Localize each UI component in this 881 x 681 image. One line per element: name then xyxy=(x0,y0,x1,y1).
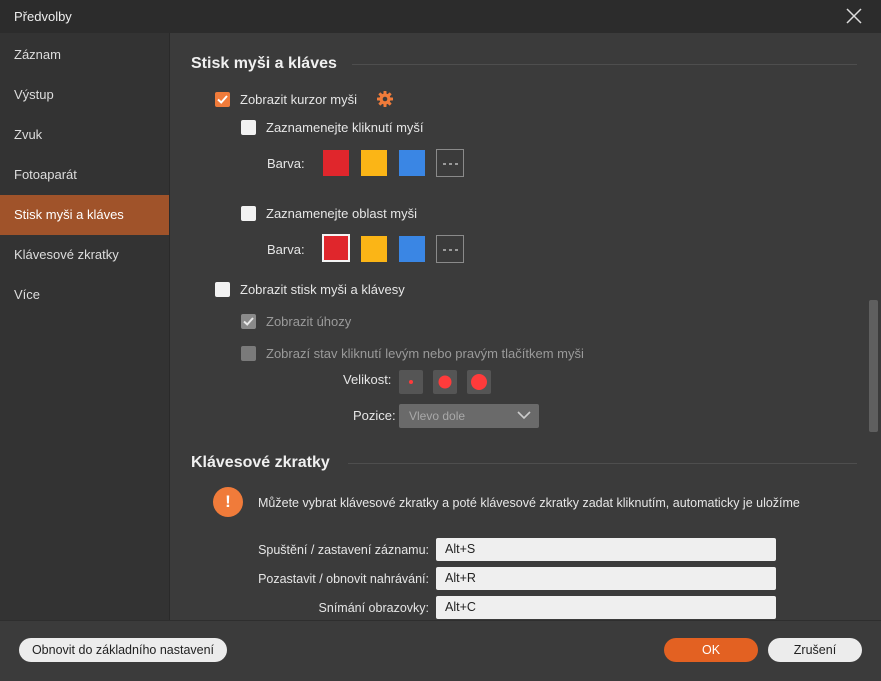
more-colors-button[interactable] xyxy=(436,149,464,177)
size-label: Velikost: xyxy=(343,372,392,387)
warning-icon: ! xyxy=(213,487,243,517)
footer: Obnovit do základního nastavení OK Zruše… xyxy=(0,620,881,681)
window-title: Předvolby xyxy=(14,9,72,24)
sidebar: Záznam Výstup Zvuk Fotoaparát Stisk myši… xyxy=(0,33,170,620)
gear-icon[interactable] xyxy=(376,90,394,108)
color-swatch-blue[interactable] xyxy=(399,150,425,176)
show-keystrokes-label: Zobrazit stisk myši a klávesy xyxy=(240,282,405,297)
record-area-checkbox[interactable] xyxy=(241,206,256,221)
color-label: Barva: xyxy=(267,156,305,171)
section-divider xyxy=(348,463,857,464)
shortcut-screenshot-input[interactable]: Alt+C xyxy=(436,596,776,619)
color-label: Barva: xyxy=(267,242,305,257)
sidebar-item-zaznam[interactable]: Záznam xyxy=(0,35,169,75)
color-swatch-yellow[interactable] xyxy=(361,236,387,262)
ok-button[interactable]: OK xyxy=(664,638,758,662)
shortcuts-section-title: Klávesové zkratky xyxy=(191,454,330,471)
record-clicks-label: Zaznamenejte kliknutí myší xyxy=(266,120,424,135)
shortcuts-info-text: Můžete vybrat klávesové zkratky a poté k… xyxy=(258,496,800,510)
show-strokes-checkbox[interactable] xyxy=(241,314,256,329)
size-medium-button[interactable] xyxy=(433,370,457,394)
section-divider xyxy=(352,64,857,65)
show-keystrokes-checkbox[interactable] xyxy=(215,282,230,297)
sidebar-item-stisk-mysi[interactable]: Stisk myši a kláves xyxy=(0,195,169,235)
cancel-button[interactable]: Zrušení xyxy=(768,638,862,662)
size-small-button[interactable] xyxy=(399,370,423,394)
size-large-button[interactable] xyxy=(467,370,491,394)
shortcut-record-label: Spuštění / zastavení záznamu: xyxy=(258,543,429,557)
reset-defaults-button[interactable]: Obnovit do základního nastavení xyxy=(19,638,227,662)
chevron-down-icon xyxy=(517,411,531,420)
more-icon xyxy=(443,249,459,251)
color-swatch-blue[interactable] xyxy=(399,236,425,262)
sidebar-item-klavesove-zkratky[interactable]: Klávesové zkratky xyxy=(0,235,169,275)
more-colors-button[interactable] xyxy=(436,235,464,263)
show-click-state-label: Zobrazí stav kliknutí levým nebo pravým … xyxy=(266,346,584,361)
color-swatch-red-selected[interactable] xyxy=(322,234,350,262)
record-clicks-checkbox[interactable] xyxy=(241,120,256,135)
sidebar-item-vice[interactable]: Více xyxy=(0,275,169,315)
shortcut-screenshot-label: Snímání obrazovky: xyxy=(318,601,429,615)
show-strokes-label: Zobrazit úhozy xyxy=(266,314,352,329)
mouse-section-title: Stisk myši a kláves xyxy=(191,55,337,72)
close-icon[interactable] xyxy=(845,7,863,25)
show-cursor-label: Zobrazit kurzor myši xyxy=(240,92,358,107)
show-cursor-checkbox[interactable] xyxy=(215,92,230,107)
record-area-label: Zaznamenejte oblast myši xyxy=(266,206,418,221)
more-icon xyxy=(443,163,459,165)
shortcut-pause-input[interactable]: Alt+R xyxy=(436,567,776,590)
position-label: Pozice: xyxy=(353,408,396,423)
sidebar-item-zvuk[interactable]: Zvuk xyxy=(0,115,169,155)
title-bar: Předvolby xyxy=(0,0,881,33)
position-value: Vlevo dole xyxy=(409,409,466,423)
shortcut-record-input[interactable]: Alt+S xyxy=(436,538,776,561)
sidebar-item-fotoaparat[interactable]: Fotoaparát xyxy=(0,155,169,195)
position-select[interactable]: Vlevo dole xyxy=(399,404,539,428)
color-swatch-yellow[interactable] xyxy=(361,150,387,176)
shortcut-pause-label: Pozastavit / obnovit nahrávání: xyxy=(258,572,429,586)
scrollbar[interactable] xyxy=(869,300,878,432)
color-swatch-red[interactable] xyxy=(323,150,349,176)
sidebar-item-vystup[interactable]: Výstup xyxy=(0,75,169,115)
show-click-state-checkbox[interactable] xyxy=(241,346,256,361)
settings-panel: Stisk myši a kláves Zobrazit kurzor myši… xyxy=(170,33,881,620)
